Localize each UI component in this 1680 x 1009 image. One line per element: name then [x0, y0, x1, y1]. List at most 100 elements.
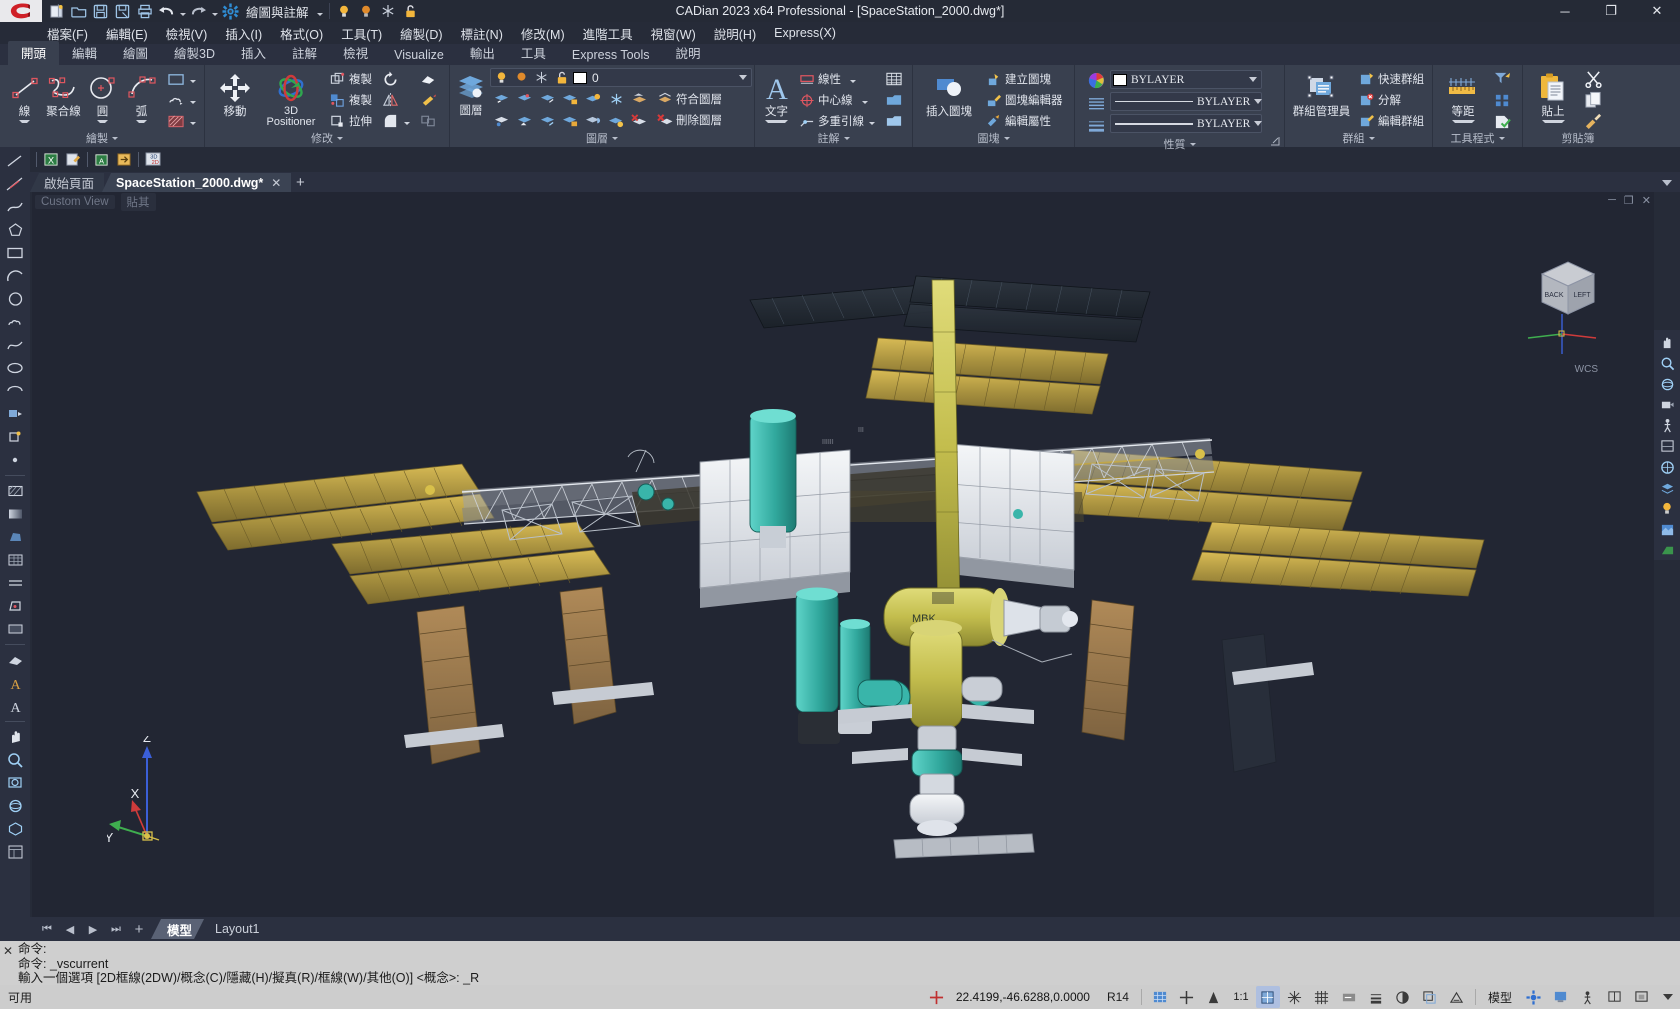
ribbon-tab-bar[interactable]: 開頭 編輯 繪圖 繪製3D 插入 註解 檢視 Visualize 輸出 工具 E… — [0, 41, 1680, 65]
quick-select-button[interactable] — [1489, 69, 1516, 89]
tool-circle-icon[interactable] — [2, 288, 28, 310]
osnap-toggle-icon[interactable] — [1255, 986, 1280, 1008]
tool-text-icon[interactable]: A — [2, 672, 28, 694]
space-toggle[interactable]: 模型 — [1482, 986, 1518, 1008]
edit-group-button[interactable]: 編輯群組 — [1355, 111, 1427, 131]
crosshair-indicator-icon[interactable] — [925, 986, 949, 1008]
tool-insert-block-icon[interactable] — [2, 403, 28, 425]
new-drawing-icon[interactable] — [46, 1, 67, 21]
nav-steering-wheel-icon[interactable] — [1656, 458, 1678, 477]
tool-rectangle-icon[interactable] — [2, 242, 28, 264]
layer-previous2-icon[interactable] — [490, 111, 512, 132]
ortho-toggle-icon[interactable] — [1175, 986, 1199, 1008]
layout-add-button[interactable]: + — [128, 919, 150, 939]
draw-circle-button[interactable]: 圓 — [83, 69, 122, 123]
color-caret[interactable] — [1246, 77, 1259, 82]
transparency-toggle-icon[interactable] — [1391, 986, 1415, 1008]
modify-erase-button[interactable] — [415, 69, 442, 89]
layer-off-icon[interactable] — [356, 1, 377, 21]
linear-caret[interactable] — [850, 72, 856, 86]
quick-access-toolbar[interactable]: 繪圖與註解 — [42, 1, 421, 21]
tool-point-icon[interactable] — [2, 449, 28, 471]
rectangle-caret[interactable] — [190, 72, 196, 86]
tool-properties-icon[interactable] — [2, 841, 28, 863]
tool-zoom-extents-icon[interactable] — [2, 749, 28, 771]
layer-to-current-icon[interactable] — [536, 111, 558, 132]
tab-visualize[interactable]: Visualize — [381, 46, 457, 65]
area-button[interactable] — [1489, 111, 1516, 131]
layer-lock-icon[interactable] — [559, 89, 581, 110]
layer-properties-button[interactable]: 圖層 — [455, 68, 487, 117]
layer-panel-expand[interactable] — [740, 135, 751, 146]
edit-table-icon[interactable] — [63, 150, 83, 169]
3d-to-2d-icon[interactable]: 3D 2D — [143, 150, 163, 169]
tab-insert[interactable]: 插入 — [228, 41, 279, 65]
tool-polyline-icon[interactable] — [2, 196, 28, 218]
layer-freeze-icon[interactable] — [378, 1, 399, 21]
nav-pan-icon[interactable] — [1656, 333, 1678, 352]
tab-draw-3d[interactable]: 繪製3D — [161, 41, 228, 65]
open-folder-icon[interactable] — [68, 1, 89, 21]
doc-tab-close-icon[interactable]: ✕ — [271, 176, 281, 190]
draw-rectangle-button[interactable] — [163, 69, 199, 89]
command-window-close-icon[interactable]: ✕ — [0, 941, 16, 985]
menu-draw[interactable]: 繪製(D) — [391, 22, 451, 45]
lineweight-list-icon[interactable] — [1082, 116, 1110, 136]
tool-pan-icon[interactable] — [2, 726, 28, 748]
distance-button[interactable]: 等距 — [1438, 69, 1488, 123]
block-edit-attributes-button[interactable]: 編輯屬性 — [982, 111, 1066, 131]
menu-help[interactable]: 說明(H) — [705, 22, 765, 45]
workspace-gear-icon[interactable] — [220, 1, 241, 21]
color-combo[interactable]: BYLAYER — [1110, 70, 1262, 89]
scale-label[interactable]: 1:1 — [1229, 986, 1253, 1008]
layer-unlock-grid-icon[interactable] — [559, 111, 581, 132]
tool-ellipse-icon[interactable] — [2, 357, 28, 379]
layer-unlock-icon[interactable] — [553, 69, 570, 86]
annotation-monitor-icon[interactable] — [1445, 986, 1469, 1008]
fillet-caret[interactable] — [404, 114, 410, 128]
tool-spline-icon[interactable] — [2, 334, 28, 356]
nav-orbit-icon[interactable] — [1656, 375, 1678, 394]
right-navigation-toolbar[interactable] — [1654, 330, 1680, 560]
linetype-combo[interactable]: BYLAYER — [1110, 92, 1263, 111]
modify-explode-button[interactable] — [415, 90, 442, 110]
block-insert-button[interactable]: 插入圖塊 — [918, 69, 980, 118]
annotate-table-button[interactable] — [880, 69, 907, 89]
point-style-button[interactable] — [1489, 90, 1516, 110]
annotate-text-button[interactable]: A 文字 — [760, 69, 793, 123]
tab-draw[interactable]: 繪圖 — [110, 41, 161, 65]
draw-revcloud-button[interactable] — [163, 90, 199, 110]
modify-fillet-button[interactable] — [377, 111, 413, 131]
grid-toggle-icon[interactable] — [1310, 986, 1334, 1008]
tool-region-icon[interactable] — [2, 526, 28, 548]
layer-unisolate-icon[interactable] — [536, 89, 558, 110]
doc-tab-spacestation[interactable]: SpaceStation_2000.dwg* ✕ — [102, 173, 292, 192]
nav-light-icon[interactable] — [1656, 500, 1678, 519]
tool-line-icon[interactable] — [2, 150, 28, 172]
draw-arc-button[interactable]: 弧 — [122, 69, 161, 123]
nav-walk-icon[interactable] — [1656, 416, 1678, 435]
hardware-accel-icon[interactable] — [1548, 986, 1572, 1008]
layout-next-button[interactable]: ▶ — [82, 919, 104, 939]
layout-tab-bar[interactable]: ⏮ ◀ ▶ ⏭ + 模型 Layout1 — [30, 917, 1680, 941]
layer-delete-icon[interactable] — [628, 111, 650, 132]
nav-camera-icon[interactable] — [1656, 395, 1678, 414]
block-editor-button[interactable]: 圖塊編輯器 — [982, 90, 1066, 110]
layer-match-icon[interactable] — [628, 89, 650, 110]
dynamic-input-icon[interactable] — [1337, 986, 1361, 1008]
annotate-centerline-button[interactable]: 中心線 — [795, 90, 878, 110]
import-excel-icon[interactable]: A — [92, 150, 112, 169]
copy-clip-button[interactable] — [1580, 90, 1607, 110]
otrack-toggle-icon[interactable] — [1283, 986, 1307, 1008]
layer-on-icon[interactable] — [334, 1, 355, 21]
linetype-caret[interactable] — [1254, 99, 1263, 104]
annotate-linear-button[interactable]: 線性 — [795, 69, 878, 89]
layer-tool-grid[interactable] — [490, 89, 650, 132]
lineweight-caret[interactable] — [1254, 121, 1263, 126]
layer-on-icon[interactable] — [493, 69, 510, 86]
tool-wipeout-icon[interactable] — [2, 618, 28, 640]
color-wheel-icon[interactable] — [1082, 70, 1110, 90]
tool-hatch-icon[interactable] — [2, 480, 28, 502]
tool-table-icon[interactable] — [2, 549, 28, 571]
explode-group-button[interactable]: 分解 — [1355, 90, 1427, 110]
